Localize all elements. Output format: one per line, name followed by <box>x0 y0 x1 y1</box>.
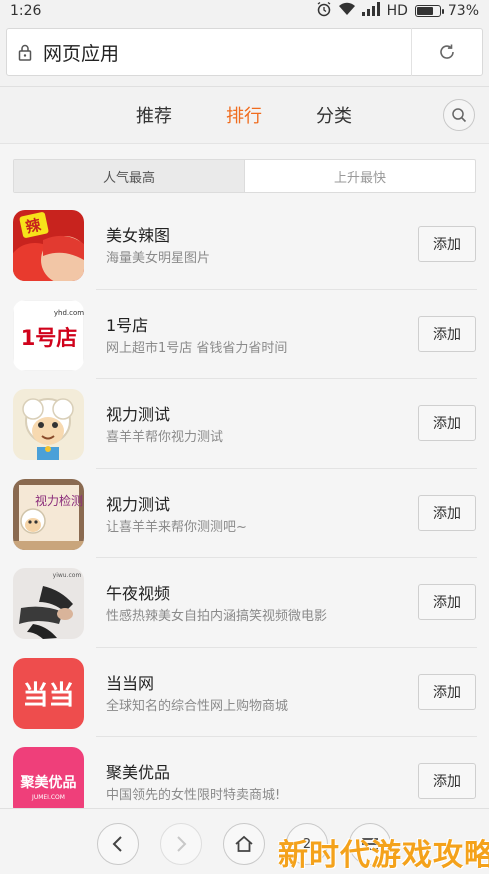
address-title: 网页应用 <box>43 42 120 65</box>
app-name: 视力测试 <box>106 494 171 514</box>
tab-recommend[interactable]: 推荐 <box>136 102 172 128</box>
status-time: 1:26 <box>10 3 42 19</box>
search-icon <box>452 108 467 123</box>
app-description: 海量美女明星图片 <box>106 251 211 266</box>
app-name: 视力测试 <box>106 405 171 424</box>
list-item[interactable]: 视力检测 视力测试 让喜羊羊来帮你测测吧~ 添加 <box>0 469 489 558</box>
list-item[interactable]: yhd.com 1号店 1号店 网上超市1号店 省钱省力省时间 添加 <box>0 290 489 379</box>
svg-text:聚美优品: 聚美优品 <box>20 774 77 791</box>
chevron-right-icon <box>177 836 187 852</box>
add-button[interactable]: 添加 <box>418 226 476 262</box>
refresh-button[interactable] <box>412 28 482 76</box>
app-icon-vision-test: 视力检测 <box>13 478 84 550</box>
app-icon-jumei: 聚美优品 JUMEI.COM <box>13 747 84 808</box>
segment-most-popular[interactable]: 人气最高 <box>14 160 245 192</box>
category-tabs: 推荐 排行 分类 <box>0 86 489 144</box>
address-area: 网页应用 <box>0 22 489 86</box>
add-button[interactable]: 添加 <box>418 584 476 620</box>
app-description: 性感热辣美女自拍内涵搞笑视频微电影 <box>106 609 328 624</box>
list-item[interactable]: 视力测试 喜羊羊帮你视力测试 添加 <box>0 379 489 469</box>
app-name: 美女辣图 <box>106 226 171 245</box>
app-name: 1号店 <box>106 315 149 335</box>
lock-icon <box>7 44 43 61</box>
add-button[interactable]: 添加 <box>418 315 476 352</box>
add-button[interactable]: 添加 <box>418 494 476 531</box>
svg-text:1号店: 1号店 <box>21 326 78 350</box>
watermark: 新时代游戏攻略 <box>278 838 489 873</box>
list-item[interactable]: 当当 当当网 全球知名的综合性网上购物商城 添加 <box>0 648 489 737</box>
address-bar[interactable]: 网页应用 <box>6 28 483 76</box>
status-bar: 1:26 HD 73% <box>0 0 489 22</box>
alarm-icon <box>316 1 332 21</box>
rank-segmented-control: 人气最高 上升最快 <box>13 159 476 193</box>
refresh-icon <box>440 44 454 59</box>
svg-text:JUMEI.COM: JUMEI.COM <box>31 794 65 801</box>
battery-icon <box>414 5 444 17</box>
segment-fastest-rising[interactable]: 上升最快 <box>245 160 475 192</box>
forward-button[interactable] <box>160 823 202 865</box>
wifi-icon <box>338 2 355 20</box>
tab-category[interactable]: 分类 <box>316 102 352 128</box>
svg-text:当当: 当当 <box>22 681 74 711</box>
app-icon-meinv-latu: 辣 <box>13 210 84 281</box>
app-name: 聚美优品 <box>106 763 171 782</box>
list-item[interactable]: 辣 美女辣图 海量美女明星图片 添加 <box>0 200 489 290</box>
tab-ranking[interactable]: 排行 <box>226 102 262 128</box>
app-description: 网上超市1号店 省钱省力省时间 <box>106 340 288 356</box>
app-name: 当当网 <box>106 673 155 693</box>
list-item[interactable]: 聚美优品 JUMEI.COM 聚美优品 中国领先的女性限时特卖商城! 添加 <box>0 737 489 808</box>
list-item[interactable]: yiwu.com 午夜视频 性感热辣美女自拍内涵搞笑视频微电影 添加 <box>0 558 489 648</box>
back-button[interactable] <box>97 823 139 865</box>
network-type: HD <box>386 3 408 19</box>
app-description: 全球知名的综合性网上购物商城 <box>106 698 289 714</box>
search-button[interactable] <box>443 99 475 131</box>
app-description: 中国领先的女性限时特卖商城! <box>106 788 281 803</box>
status-icons: HD 73% <box>316 1 479 21</box>
svg-text:视力检测: 视力检测 <box>35 493 83 508</box>
battery-fill <box>416 7 433 15</box>
app-icon-sheep <box>13 389 84 460</box>
app-name: 午夜视频 <box>106 584 171 603</box>
battery-percent: 73% <box>447 3 479 19</box>
home-icon <box>235 835 253 852</box>
add-button[interactable]: 添加 <box>418 673 476 710</box>
svg-text:yhd.com: yhd.com <box>54 309 84 317</box>
svg-text:yiwu.com: yiwu.com <box>53 572 82 579</box>
app-description: 喜羊羊帮你视力测试 <box>106 430 224 445</box>
signal-icon <box>361 2 380 20</box>
app-description: 让喜羊羊来帮你测测吧~ <box>106 519 247 535</box>
home-button[interactable] <box>223 823 265 865</box>
chevron-left-icon <box>112 836 122 852</box>
app-list: 辣 美女辣图 海量美女明星图片 添加 yhd.com 1号店 1号店 网上超市1… <box>0 200 489 808</box>
app-icon-yhd: yhd.com 1号店 <box>13 299 84 371</box>
add-button[interactable]: 添加 <box>418 405 476 441</box>
add-button[interactable]: 添加 <box>418 763 476 799</box>
app-icon-dangdang: 当当 <box>13 657 84 729</box>
app-icon-midnight-video: yiwu.com <box>13 568 84 639</box>
